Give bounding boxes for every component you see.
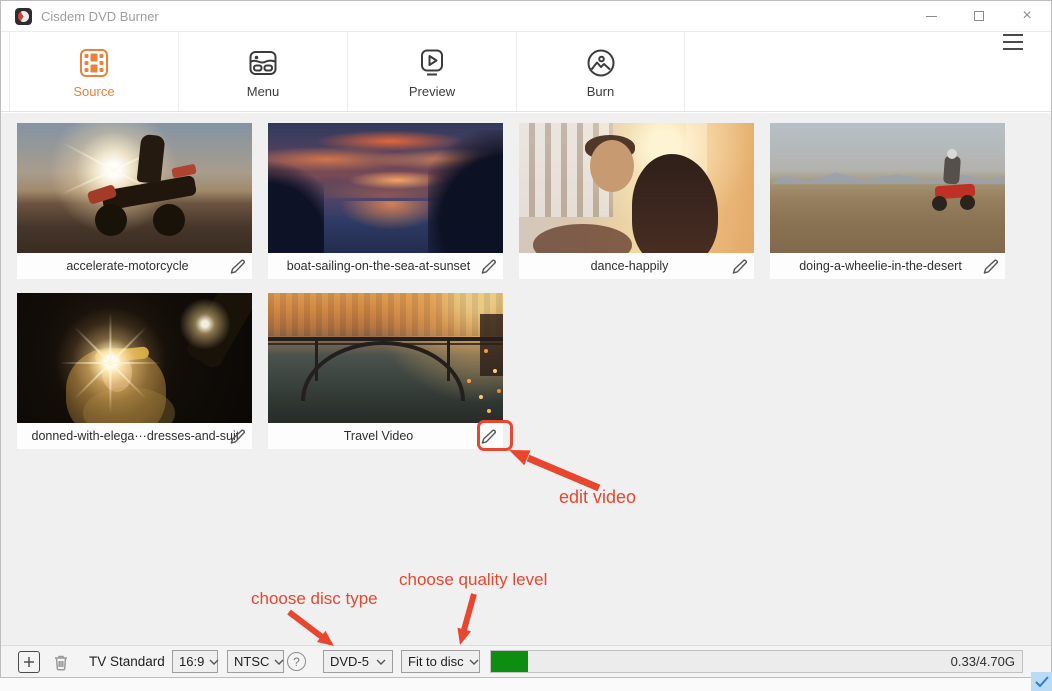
video-thumbnail[interactable]: [268, 123, 503, 253]
disc-capacity-bar: 0.33/4.70G: [490, 650, 1023, 673]
window-controls: ×: [907, 1, 1051, 31]
chevron-down-icon: [274, 659, 284, 665]
main-toolbar: Source Menu Prev: [1, 31, 1051, 112]
chevron-down-icon: [469, 659, 479, 665]
chevron-down-icon: [376, 659, 386, 665]
video-item: donned-with-elega···dresses-and-suits: [17, 293, 252, 449]
add-plus-icon: [23, 656, 35, 668]
cisdem-logo-icon: [15, 8, 32, 25]
tab-source[interactable]: Source: [9, 32, 178, 111]
check-icon: [1035, 676, 1049, 687]
pencil-edit-icon: [229, 258, 246, 275]
edit-video-button[interactable]: [728, 256, 750, 276]
tab-preview-label: Preview: [409, 84, 455, 99]
aspect-ratio-value: 16:9: [179, 654, 204, 669]
tv-standard-label: TV Standard: [89, 646, 165, 677]
video-thumbnail[interactable]: [770, 123, 1005, 253]
film-strip-icon: [77, 45, 111, 81]
video-title: dance-happily: [591, 259, 683, 273]
pencil-edit-icon: [731, 258, 748, 275]
chevron-down-icon: [209, 659, 219, 665]
disc-type-value: DVD-5: [330, 654, 371, 669]
window-title: Cisdem DVD Burner: [41, 9, 159, 24]
edit-video-button-highlighted[interactable]: [477, 426, 499, 446]
progress-fill: [491, 651, 528, 672]
video-item: boat-sailing-on-the-sea-at-sunset: [268, 123, 503, 279]
quality-level-value: Fit to disc: [408, 654, 464, 669]
disc-type-select[interactable]: DVD-5: [323, 650, 393, 673]
preview-play-icon: [415, 45, 449, 81]
edit-video-button[interactable]: [477, 256, 499, 276]
video-title: Travel Video: [344, 429, 427, 443]
video-thumbnail[interactable]: [519, 123, 754, 253]
video-label-strip: dance-happily: [519, 253, 754, 279]
video-label-strip: accelerate-motorcycle: [17, 253, 252, 279]
aspect-ratio-select[interactable]: 16:9: [172, 650, 218, 673]
video-label-strip: doing-a-wheelie-in-the-desert: [770, 253, 1005, 279]
pencil-edit-icon: [229, 428, 246, 445]
video-grid-area: accelerate-motorcycle boat-saili: [1, 113, 1051, 645]
close-icon: ×: [1022, 8, 1031, 24]
add-video-button[interactable]: [18, 651, 40, 673]
tab-burn[interactable]: Burn: [516, 32, 685, 111]
video-label-strip: Travel Video: [268, 423, 503, 449]
tab-burn-label: Burn: [587, 84, 614, 99]
video-grid: accelerate-motorcycle boat-saili: [17, 123, 1051, 463]
tab-preview[interactable]: Preview: [347, 32, 516, 111]
close-button[interactable]: ×: [1003, 1, 1051, 31]
edit-video-button[interactable]: [226, 426, 248, 446]
minimize-icon: [926, 16, 937, 17]
quality-level-select[interactable]: Fit to disc: [401, 650, 480, 673]
tab-source-label: Source: [73, 84, 114, 99]
burn-disc-icon: [584, 45, 618, 81]
video-thumbnail[interactable]: [268, 293, 503, 423]
maximize-button[interactable]: [955, 1, 1003, 31]
title-bar: Cisdem DVD Burner ×: [1, 1, 1051, 31]
maximize-icon: [974, 11, 984, 21]
video-item: accelerate-motorcycle: [17, 123, 252, 279]
video-item: Travel Video: [268, 293, 503, 449]
tv-system-select[interactable]: NTSC: [227, 650, 284, 673]
video-thumbnail[interactable]: [17, 293, 252, 423]
hamburger-menu-icon[interactable]: [1003, 34, 1023, 50]
tab-menu-label: Menu: [247, 84, 280, 99]
video-label-strip: donned-with-elega···dresses-and-suits: [17, 423, 252, 449]
menu-template-icon: [246, 45, 280, 81]
minimize-button[interactable]: [907, 1, 955, 31]
video-item: dance-happily: [519, 123, 754, 279]
delete-video-button[interactable]: [50, 651, 72, 673]
video-title: boat-sailing-on-the-sea-at-sunset: [287, 259, 484, 273]
video-title: doing-a-wheelie-in-the-desert: [799, 259, 976, 273]
bottom-bar: TV Standard 16:9 NTSC ? DVD-5 Fit to dis…: [1, 645, 1051, 677]
pencil-edit-icon: [982, 258, 999, 275]
edit-video-button[interactable]: [979, 256, 1001, 276]
capacity-text: 0.33/4.70G: [951, 654, 1015, 669]
tv-system-value: NTSC: [234, 654, 269, 669]
tab-menu[interactable]: Menu: [178, 32, 347, 111]
edit-video-button[interactable]: [226, 256, 248, 276]
app-window: Cisdem DVD Burner ×: [0, 0, 1052, 678]
video-thumbnail[interactable]: [17, 123, 252, 253]
video-label-strip: boat-sailing-on-the-sea-at-sunset: [268, 253, 503, 279]
video-title: donned-with-elega···dresses-and-suits: [32, 429, 238, 443]
video-item: doing-a-wheelie-in-the-desert: [770, 123, 1005, 279]
confirm-check-button[interactable]: [1031, 672, 1052, 691]
trash-icon: [51, 652, 71, 672]
pencil-edit-icon: [480, 428, 497, 445]
video-title: accelerate-motorcycle: [66, 259, 202, 273]
pencil-edit-icon: [480, 258, 497, 275]
help-question-icon[interactable]: ?: [287, 652, 306, 671]
